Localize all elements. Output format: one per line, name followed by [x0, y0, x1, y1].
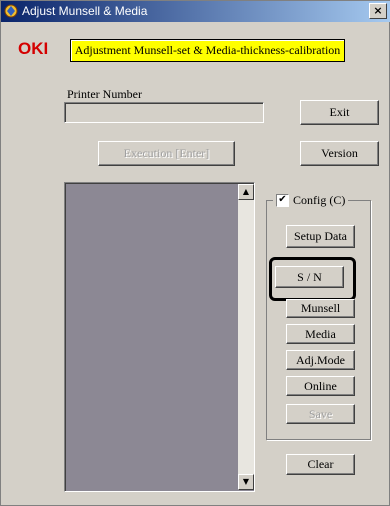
printer-number-field[interactable] — [64, 102, 264, 123]
log-listbox[interactable] — [64, 182, 255, 492]
app-icon — [4, 4, 18, 18]
vertical-scrollbar[interactable]: ▲ ▼ — [238, 184, 254, 490]
config-label: Config (C) — [293, 193, 346, 207]
banner-title: Adjustment Munsell-set & Media-thickness… — [70, 39, 345, 62]
setup-data-button[interactable]: Setup Data — [286, 225, 355, 248]
sn-highlight-box — [269, 257, 356, 301]
save-button[interactable]: Save — [286, 404, 355, 424]
main-window: Adjust Munsell & Media × OKI Adjustment … — [0, 0, 390, 506]
oki-logo: OKI — [18, 39, 49, 58]
munsell-button[interactable]: Munsell — [286, 299, 355, 318]
close-button[interactable]: × — [369, 3, 387, 19]
scroll-down-icon[interactable]: ▼ — [238, 474, 254, 490]
media-button[interactable]: Media — [286, 324, 355, 344]
title-bar[interactable]: Adjust Munsell & Media × — [1, 1, 390, 22]
exit-button[interactable]: Exit — [300, 100, 379, 125]
config-checkbox-row[interactable]: ✔ Config (C) — [273, 193, 349, 208]
scroll-up-icon[interactable]: ▲ — [238, 184, 254, 200]
config-checkbox[interactable]: ✔ — [276, 194, 289, 207]
window-title: Adjust Munsell & Media — [22, 4, 148, 18]
printer-number-label: Printer Number — [67, 87, 142, 101]
adj-mode-button[interactable]: Adj.Mode — [286, 350, 355, 370]
version-button[interactable]: Version — [300, 141, 379, 166]
online-button[interactable]: Online — [286, 376, 355, 396]
clear-button[interactable]: Clear — [286, 454, 355, 475]
execution-button[interactable]: Execution [Enter] — [98, 141, 235, 166]
